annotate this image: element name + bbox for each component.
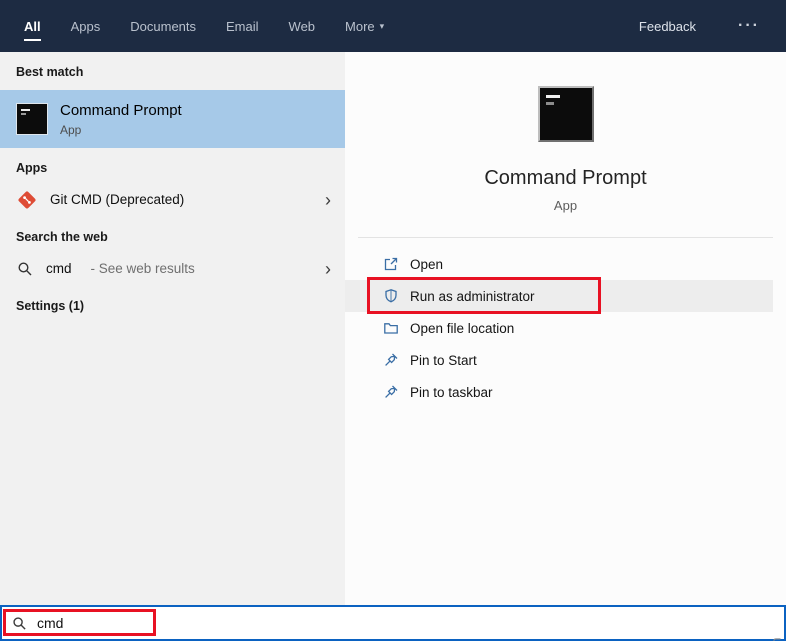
chevron-down-icon: ▾ (379, 20, 385, 31)
tab-email[interactable]: Email (226, 12, 259, 41)
action-pin-to-taskbar-label: Pin to taskbar (410, 384, 493, 400)
best-match-header: Best match (16, 65, 84, 79)
pin-icon (383, 384, 399, 400)
git-cmd-label: Git CMD (Deprecated) (50, 192, 185, 207)
open-icon (383, 256, 399, 272)
tab-email-label: Email (226, 18, 259, 34)
tab-documents[interactable]: Documents (130, 12, 196, 41)
web-query-label: cmd (46, 261, 72, 276)
pin-icon (383, 352, 399, 368)
tab-more-label: More (345, 18, 375, 34)
best-match-title: Command Prompt (60, 101, 182, 119)
tab-web[interactable]: Web (289, 12, 316, 41)
windows-search-flyout: All Apps Documents Email Web More ▾ Feed… (0, 0, 786, 641)
command-prompt-icon-large (537, 86, 594, 142)
search-results-body: Best match Command Prompt App Apps Git C… (0, 52, 786, 605)
search-icon (12, 616, 27, 631)
action-open[interactable]: Open (345, 248, 773, 280)
divider (358, 237, 773, 238)
apps-section-header: Apps (16, 161, 48, 175)
feedback-button[interactable]: Feedback (639, 19, 696, 34)
tab-documents-label: Documents (130, 18, 197, 34)
watermark: wikigain.com (768, 637, 783, 641)
best-match-text: Command Prompt App (60, 102, 182, 137)
best-match-subtitle: App (60, 122, 82, 137)
results-panel: Best match Command Prompt App Apps Git C… (0, 52, 345, 605)
action-run-as-administrator-label: Run as administrator (410, 288, 535, 304)
action-open-file-location-label: Open file location (410, 320, 515, 336)
app-subtitle: App (553, 198, 578, 213)
chevron-right-icon[interactable]: › (325, 191, 331, 209)
more-options-icon[interactable]: ··· (738, 17, 760, 35)
git-icon (17, 190, 37, 210)
action-pin-to-taskbar[interactable]: Pin to taskbar (345, 376, 773, 408)
context-actions: Open Run as administrator Open file loca… (345, 248, 786, 408)
web-section-header: Search the web (16, 230, 108, 244)
result-web-cmd[interactable]: cmd - See web results › (0, 251, 345, 286)
tab-apps[interactable]: Apps (71, 12, 101, 41)
command-prompt-icon (16, 103, 48, 135)
search-filter-bar: All Apps Documents Email Web More ▾ Feed… (0, 0, 786, 52)
search-input[interactable] (37, 615, 257, 631)
filter-tabs: All Apps Documents Email Web More ▾ (24, 0, 384, 52)
chevron-right-icon[interactable]: › (325, 260, 331, 278)
topbar-right: Feedback ··· (639, 17, 760, 35)
action-open-file-location[interactable]: Open file location (345, 312, 773, 344)
action-pin-to-start[interactable]: Pin to Start (345, 344, 773, 376)
app-hero: Command Prompt App (345, 52, 786, 213)
action-open-label: Open (410, 256, 444, 272)
web-suffix-label: - See web results (90, 261, 195, 276)
tab-apps-label: Apps (70, 18, 101, 34)
detail-panel: Command Prompt App Open Run as administr… (345, 52, 786, 605)
tab-more[interactable]: More ▾ (345, 12, 384, 41)
tab-all-label: All (24, 18, 41, 34)
taskbar-search-box[interactable] (0, 605, 786, 641)
action-pin-to-start-label: Pin to Start (410, 352, 477, 368)
shield-icon (383, 288, 399, 304)
search-icon (17, 261, 33, 277)
tab-all[interactable]: All (24, 12, 41, 41)
folder-icon (383, 320, 399, 336)
action-run-as-administrator[interactable]: Run as administrator (345, 277, 773, 314)
result-git-cmd[interactable]: Git CMD (Deprecated) › (0, 182, 345, 217)
best-match-command-prompt[interactable]: Command Prompt App (0, 90, 345, 148)
settings-section-header: Settings (1) (16, 299, 85, 313)
tab-web-label: Web (288, 18, 316, 34)
app-title: Command Prompt (484, 167, 647, 189)
